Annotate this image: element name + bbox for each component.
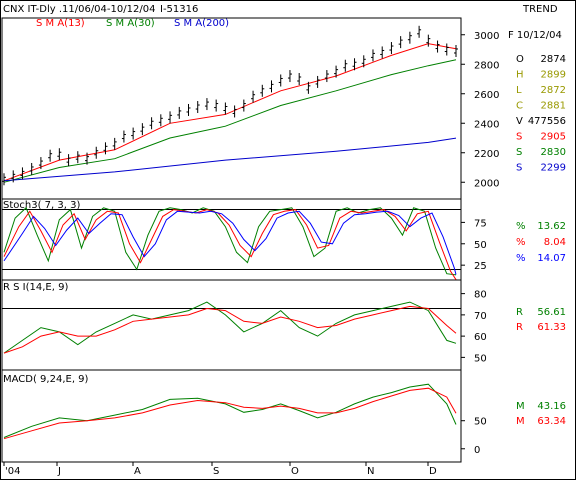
y-tick-label: 0: [474, 445, 480, 456]
indicator-value: 43.16: [537, 401, 566, 412]
x-tick-label: N: [367, 466, 374, 477]
x-tick-label: D: [429, 466, 437, 477]
indicator-value: 8.04: [544, 237, 566, 248]
y-tick-label: 50: [474, 240, 487, 251]
y-tick-label: 25: [474, 261, 487, 272]
info-value: 2881: [541, 101, 566, 112]
indicator-key: R: [516, 322, 523, 333]
y-tick-label: 2200: [474, 149, 499, 160]
info-value: 2299: [541, 163, 566, 174]
outer-frame: [0, 0, 576, 480]
info-key: O: [516, 54, 524, 65]
x-tick-label: J: [57, 466, 61, 477]
info-value: 2874: [541, 54, 566, 65]
info-date: F 10/12/04: [508, 30, 562, 41]
info-value: 2872: [541, 85, 566, 96]
trend-label: TREND: [522, 4, 558, 15]
x-tick-label: O: [291, 466, 299, 477]
x-tick-label: A: [134, 466, 141, 477]
x-tick-label: S: [213, 466, 219, 477]
y-tick-label: 60: [474, 332, 487, 343]
chart-count: I-51316: [160, 4, 198, 15]
x-tick-label: '04: [5, 466, 20, 477]
y-tick-label: 2000: [474, 178, 499, 189]
y-tick-label: 70: [474, 311, 487, 322]
y-tick-label: 50: [474, 417, 487, 428]
y-tick-label: 3000: [474, 31, 499, 42]
info-key: H: [516, 70, 524, 81]
indicator-value: 61.33: [537, 322, 566, 333]
info-value: 477556: [528, 116, 566, 127]
info-key: C: [516, 101, 523, 112]
sma200-legend: S M A(200): [174, 18, 229, 29]
indicator-value: 63.34: [537, 416, 566, 427]
macd-label: MACD( 9,24,E, 9): [3, 374, 89, 385]
indicator-key: R: [516, 307, 523, 318]
info-key: S: [516, 163, 522, 174]
info-value: 2830: [541, 147, 566, 158]
indicator-value: 56.61: [537, 307, 566, 318]
indicator-key: %: [516, 221, 526, 232]
y-tick-label: 75: [474, 218, 487, 229]
y-tick-label: 80: [474, 290, 487, 301]
chart-svg: CNX IT-Dly .11/06/04-10/12/04 I-51316 TR…: [0, 0, 576, 480]
indicator-key: %: [516, 253, 526, 264]
y-tick-label: 2400: [474, 119, 499, 130]
indicator-key: M: [516, 401, 525, 412]
y-tick-label: 2800: [474, 60, 499, 71]
sma30-legend: S M A(30): [106, 18, 155, 29]
info-value: 2905: [541, 132, 566, 143]
info-value: 2899: [541, 70, 566, 81]
info-key: V: [516, 116, 523, 127]
indicator-key: M: [516, 416, 525, 427]
indicator-key: %: [516, 237, 526, 248]
indicator-value: 13.62: [537, 221, 566, 232]
chart-title: CNX IT-Dly .11/06/04-10/12/04: [3, 4, 155, 15]
info-key: L: [516, 85, 522, 96]
y-tick-label: 2600: [474, 90, 499, 101]
stock-chart: CNX IT-Dly .11/06/04-10/12/04 I-51316 TR…: [0, 0, 576, 480]
info-key: S: [516, 147, 522, 158]
info-key: S: [516, 132, 522, 143]
indicator-value: 14.07: [537, 253, 566, 264]
y-tick-label: 50: [474, 353, 487, 364]
rsi-label: R S I(14,E, 9): [3, 282, 68, 293]
sma13-legend: S M A(13): [36, 18, 85, 29]
